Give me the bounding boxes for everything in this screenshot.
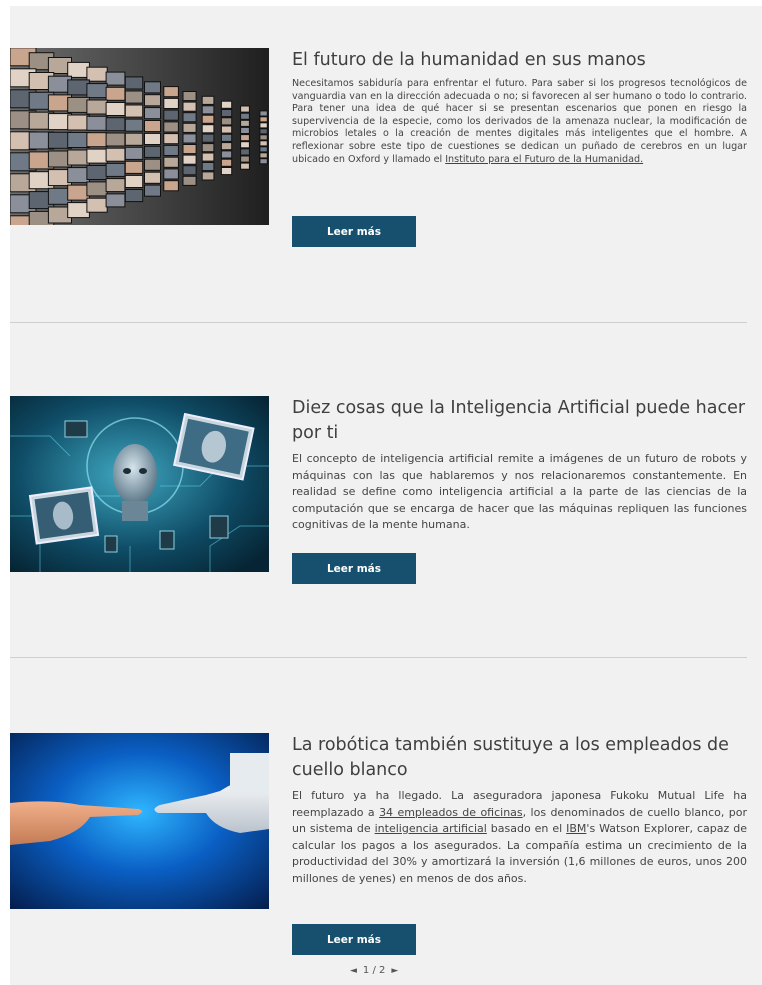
page-indicator: 1 / 2	[362, 965, 386, 976]
article-title[interactable]: La robótica también sustituye a los empl…	[292, 733, 747, 783]
article-thumbnail-ai-robot[interactable]	[10, 396, 269, 572]
articles-panel: El futuro de la humanidad en sus manos N…	[10, 6, 762, 985]
ibm-link[interactable]: IBM	[566, 822, 586, 835]
read-more-button[interactable]: Leer más	[292, 216, 416, 247]
pagination: ◄ 1 / 2 ►	[350, 965, 398, 976]
divider	[10, 322, 747, 323]
read-more-button[interactable]: Leer más	[292, 924, 416, 955]
next-page-icon[interactable]: ►	[391, 966, 398, 976]
ai-link[interactable]: inteligencia artificial	[375, 822, 487, 835]
article-title[interactable]: Diez cosas que la Inteligencia Artificia…	[292, 396, 747, 446]
article-thumbnail-video-wall[interactable]	[10, 48, 269, 225]
institute-link[interactable]: Instituto para el Futuro de la Humanidad…	[445, 154, 643, 165]
article-title[interactable]: El futuro de la humanidad en sus manos	[292, 48, 747, 73]
article-excerpt: El futuro ya ha llegado. La aseguradora …	[292, 788, 747, 887]
article-thumbnail-robot-hand[interactable]	[10, 733, 269, 909]
divider	[10, 657, 747, 658]
article-excerpt: Necesitamos sabiduría para enfrentar el …	[292, 78, 747, 166]
office-employees-link[interactable]: 34 empleados de oficinas	[379, 806, 523, 819]
excerpt-text: Necesitamos sabiduría para enfrentar el …	[292, 78, 747, 165]
excerpt-text: basado en el	[486, 822, 567, 835]
article-excerpt: El concepto de inteligencia artificial r…	[292, 452, 747, 531]
prev-page-icon[interactable]: ◄	[350, 966, 357, 976]
read-more-button[interactable]: Leer más	[292, 553, 416, 584]
